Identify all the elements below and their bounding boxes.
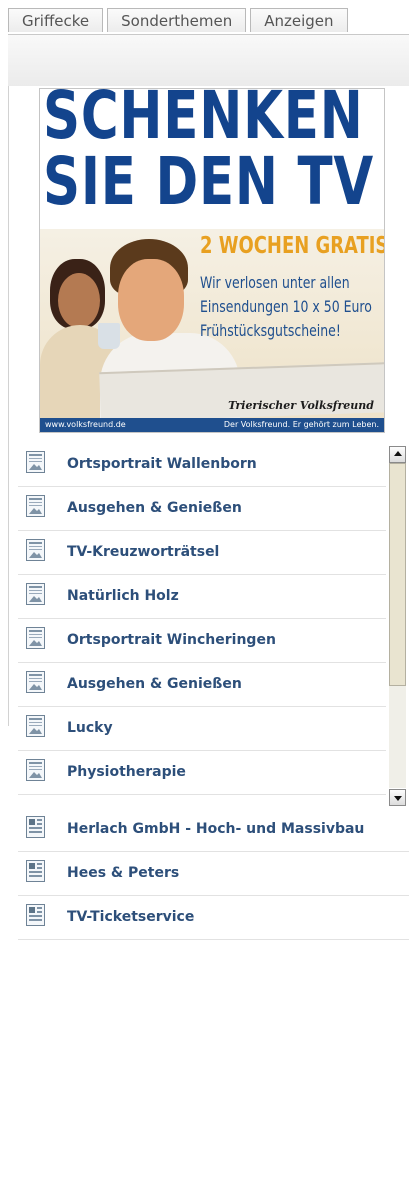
- advertisement-banner[interactable]: SCHENKEN SIE DEN TV 2 WOCHEN GRATIS! Wir…: [39, 88, 385, 433]
- list-item[interactable]: Hees & Peters: [18, 852, 409, 896]
- tab-bar: Griffecke Sonderthemen Anzeigen: [8, 8, 348, 34]
- ad-document-icon: [26, 904, 45, 926]
- ad-footer-slogan: Der Volksfreund. Er gehört zum Leben.: [223, 420, 379, 429]
- list-item[interactable]: Ortsportrait Wallenborn: [18, 443, 386, 487]
- ad-text-line2: Einsendungen 10 x 50 Euro: [200, 297, 372, 316]
- list-item[interactable]: Ausgehen & Genießen: [18, 487, 386, 531]
- list-item-partial[interactable]: [18, 795, 386, 803]
- article-icon: [26, 451, 45, 473]
- scroll-thumb[interactable]: [389, 463, 406, 686]
- list-item-label[interactable]: Ausgehen & Genießen: [67, 487, 242, 530]
- list-item[interactable]: TV-Ticketservice: [18, 896, 409, 940]
- ad-footer: www.volksfreund.de Der Volksfreund. Er g…: [40, 418, 384, 432]
- cup-icon: [98, 323, 120, 349]
- ad-photo: 2 WOCHEN GRATIS! Wir verlosen unter alle…: [40, 229, 384, 432]
- list-item[interactable]: Lucky: [18, 707, 386, 751]
- list-item-label[interactable]: TV-Ticketservice: [67, 896, 194, 939]
- ad-document-icon: [26, 860, 45, 882]
- woman-face: [58, 273, 100, 328]
- ad-document-icon: [26, 816, 45, 838]
- ad-headline-line1: SCHENKEN: [43, 88, 364, 154]
- article-icon: [26, 671, 45, 693]
- list-item-label[interactable]: Ausgehen & Genießen: [67, 663, 242, 706]
- list-item-label[interactable]: Ortsportrait Wallenborn: [67, 443, 257, 486]
- newspaper-icon: [99, 361, 384, 423]
- panel-border: [8, 86, 9, 726]
- scroll-up-button[interactable]: [389, 446, 406, 463]
- list-item[interactable]: TV-Kreuzworträtsel: [18, 531, 386, 575]
- list-item-label[interactable]: Herlach GmbH - Hoch- und Massivbau: [67, 808, 364, 851]
- list-item-label[interactable]: Lucky: [67, 707, 113, 750]
- article-icon: [26, 539, 45, 561]
- scrollbar[interactable]: [387, 446, 409, 806]
- man-face: [118, 259, 184, 341]
- tab-griffecke[interactable]: Griffecke: [8, 8, 104, 32]
- article-icon: [26, 759, 45, 781]
- list-item-label[interactable]: Ortsportrait Wincheringen: [67, 619, 276, 662]
- panel-header: [8, 34, 409, 86]
- list-item[interactable]: Ortsportrait Wincheringen: [18, 619, 386, 663]
- list-item-label[interactable]: Physiotherapie: [67, 751, 186, 794]
- article-icon: [26, 495, 45, 517]
- list-item-label[interactable]: Natürlich Holz: [67, 575, 179, 618]
- ad-text-line1: Wir verlosen unter allen: [200, 273, 350, 292]
- ad-headline: SCHENKEN SIE DEN TV: [43, 88, 374, 220]
- arrow-down-icon: [394, 796, 402, 801]
- list-item[interactable]: Natürlich Holz: [18, 575, 386, 619]
- ad-text-line3: Frühstücksgutscheine!: [200, 321, 341, 340]
- ad-text: Wir verlosen unter allen Einsendungen 10…: [200, 271, 384, 343]
- ad-footer-url: www.volksfreund.de: [45, 420, 126, 429]
- list-item-label[interactable]: Hees & Peters: [67, 852, 179, 895]
- list-item[interactable]: Physiotherapie: [18, 751, 386, 795]
- scroll-down-button[interactable]: [389, 789, 406, 806]
- ad-headline-line2: SIE DEN TV: [43, 143, 374, 220]
- list-item[interactable]: Herlach GmbH - Hoch- und Massivbau: [18, 808, 409, 852]
- arrow-up-icon: [394, 451, 402, 456]
- tab-anzeigen[interactable]: Anzeigen: [250, 8, 348, 32]
- list-item-label[interactable]: TV-Kreuzworträtsel: [67, 531, 219, 574]
- article-icon: [26, 627, 45, 649]
- list-item[interactable]: Ausgehen & Genießen: [18, 663, 386, 707]
- sonderthemen-list[interactable]: Ortsportrait Wallenborn Ausgehen & Genie…: [18, 443, 409, 803]
- ad-offer: 2 WOCHEN GRATIS!: [200, 233, 384, 259]
- tab-sonderthemen[interactable]: Sonderthemen: [107, 8, 247, 32]
- article-icon: [26, 583, 45, 605]
- article-icon: [26, 715, 45, 737]
- ad-brand-logo: Trierischer Volksfreund: [228, 399, 374, 412]
